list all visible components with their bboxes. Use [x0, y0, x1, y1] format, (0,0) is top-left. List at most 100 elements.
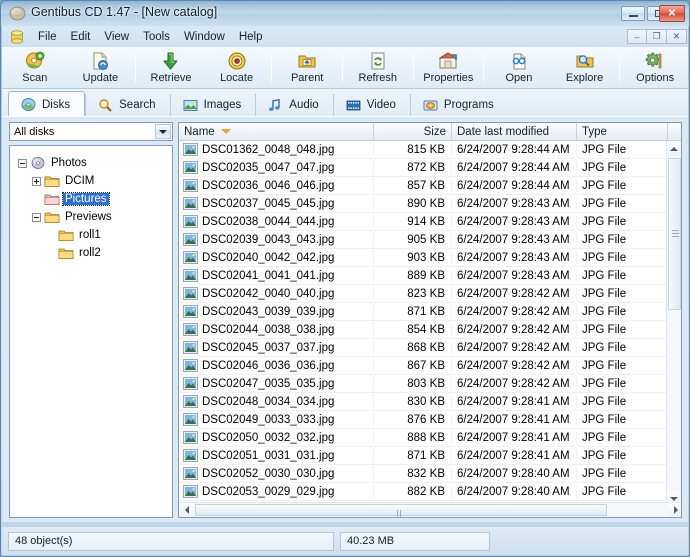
column-label: Type — [582, 125, 607, 138]
table-row[interactable]: DSC02038_0044_044.jpg 914 KB 6/24/2007 9:2… — [179, 213, 668, 231]
tab-audio[interactable]: Audio — [255, 94, 332, 116]
file-list-rows[interactable]: DSC01362_0048_048.jpg 815 KB 6/24/2007 9:2… — [179, 141, 668, 506]
scan-button[interactable]: Scan — [2, 48, 68, 88]
tab-images[interactable]: Images — [169, 94, 256, 116]
table-row[interactable]: DSC02048_0034_034.jpg 830 KB 6/24/2007 9:2… — [179, 393, 668, 411]
disk-filter-combobox[interactable]: All disks — [9, 122, 173, 141]
mdi-restore-button[interactable]: ❐ — [647, 29, 667, 44]
menu-edit[interactable]: Edit — [64, 29, 98, 45]
table-row[interactable]: DSC02043_0039_039.jpg 871 KB 6/24/2007 9:2… — [179, 303, 668, 321]
table-row[interactable]: DSC02049_0033_033.jpg 876 KB 6/24/2007 9:2… — [179, 411, 668, 429]
window-minimize-button[interactable] — [621, 6, 645, 21]
column-header-size[interactable]: Size — [374, 123, 452, 140]
menu-file[interactable]: File — [31, 29, 64, 45]
table-row[interactable]: DSC02051_0031_031.jpg 871 KB 6/24/2007 9:2… — [179, 447, 668, 465]
table-row[interactable]: DSC02047_0035_035.jpg 803 KB 6/24/2007 9:2… — [179, 375, 668, 393]
parent-button[interactable]: Parent — [274, 48, 340, 88]
menu-tools[interactable]: Tools — [136, 29, 177, 45]
cell-name: DSC02050_0032_032.jpg — [179, 431, 374, 444]
jpg-thumbnail-icon — [183, 359, 198, 372]
table-row[interactable]: DSC02036_0046_046.jpg 857 KB 6/24/2007 9:2… — [179, 177, 668, 195]
folder-icon — [58, 230, 74, 241]
cell-date: 6/24/2007 9:28:40 AM — [452, 485, 577, 498]
window-close-button[interactable]: ✕ — [659, 5, 685, 22]
mdi-close-button[interactable]: ✕ — [667, 29, 687, 44]
cell-date: 6/24/2007 9:28:43 AM — [452, 197, 577, 210]
jpg-thumbnail-icon — [183, 269, 198, 282]
locate-button[interactable]: Locate — [204, 48, 270, 88]
jpg-thumbnail-icon — [183, 395, 198, 408]
toolbar-separator — [271, 53, 273, 82]
explore-button[interactable]: Explore — [552, 48, 618, 88]
retrieve-button[interactable]: Retrieve — [138, 48, 204, 88]
table-row[interactable]: DSC02046_0036_036.jpg 867 KB 6/24/2007 9:2… — [179, 357, 668, 375]
table-row[interactable]: DSC02042_0040_040.jpg 823 KB 6/24/2007 9:2… — [179, 285, 668, 303]
table-row[interactable]: DSC01362_0048_048.jpg 815 KB 6/24/2007 9:2… — [179, 141, 668, 159]
collapse-toggle-icon[interactable] — [18, 158, 27, 168]
tree-node-previews[interactable]: Previews — [10, 208, 172, 226]
cell-name: DSC02042_0040_040.jpg — [179, 287, 374, 300]
jpg-thumbnail-icon — [183, 287, 198, 300]
tree-node-dcim[interactable]: DCIM — [10, 172, 172, 190]
cell-name: DSC02043_0039_039.jpg — [179, 305, 374, 318]
tree-node-roll1[interactable]: roll1 — [10, 226, 172, 244]
table-row[interactable]: DSC02053_0029_029.jpg 882 KB 6/24/2007 9:2… — [179, 483, 668, 501]
table-row[interactable]: DSC02050_0032_032.jpg 888 KB 6/24/2007 9:2… — [179, 429, 668, 447]
chevron-down-icon[interactable] — [155, 124, 171, 139]
properties-button[interactable]: Properties — [416, 48, 482, 88]
scrollbar-grip-icon — [397, 508, 405, 517]
table-row[interactable]: DSC02044_0038_038.jpg 854 KB 6/24/2007 9:2… — [179, 321, 668, 339]
cell-name: DSC02044_0038_038.jpg — [179, 323, 374, 336]
scroll-up-button[interactable] — [667, 141, 681, 156]
horizontal-scrollbar-thumb[interactable] — [195, 504, 607, 517]
cell-size: 914 KB — [374, 215, 452, 228]
tab-disks[interactable]: Disks — [8, 91, 86, 117]
toolbar-separator — [412, 53, 414, 82]
cell-type: JPG File — [582, 161, 627, 174]
table-row[interactable]: DSC02037_0045_045.jpg 890 KB 6/24/2007 9:2… — [179, 195, 668, 213]
toolbar-label: Retrieve — [150, 72, 192, 84]
collapse-toggle-icon[interactable] — [32, 212, 41, 222]
table-row[interactable]: DSC02035_0047_047.jpg 872 KB 6/24/2007 9:2… — [179, 159, 668, 177]
cell-type: JPG File — [582, 413, 627, 426]
cell-name: DSC02037_0045_045.jpg — [179, 197, 374, 210]
toolbar-label: Properties — [423, 72, 474, 84]
scroll-left-button[interactable] — [179, 503, 194, 517]
column-header-name[interactable]: Name — [179, 123, 374, 140]
column-header-date[interactable]: Date last modified — [452, 123, 577, 140]
tree-node-photos[interactable]: Photos — [10, 154, 172, 172]
tab-video[interactable]: Video — [332, 94, 410, 116]
menu-view[interactable]: View — [97, 29, 136, 45]
horizontal-scrollbar[interactable] — [179, 502, 681, 517]
table-row[interactable]: DSC02041_0041_041.jpg 889 KB 6/24/2007 9:2… — [179, 267, 668, 285]
tab-label: Programs — [443, 99, 494, 111]
cell-date: 6/24/2007 9:28:44 AM — [452, 161, 577, 174]
open-button[interactable]: Open — [486, 48, 552, 88]
tab-search[interactable]: Search — [85, 94, 169, 116]
file-name: DSC02038_0044_044.jpg — [202, 215, 335, 228]
vertical-scrollbar[interactable] — [666, 141, 681, 506]
table-row[interactable]: DSC02045_0037_037.jpg 868 KB 6/24/2007 9:2… — [179, 339, 668, 357]
table-row[interactable]: DSC02040_0042_042.jpg 903 KB 6/24/2007 9:2… — [179, 249, 668, 267]
update-button[interactable]: Update — [68, 48, 134, 88]
folder-tree[interactable]: Photos DCIM Pictures Previews roll1 roll… — [9, 145, 173, 518]
scroll-right-button[interactable] — [668, 503, 681, 517]
options-button[interactable]: Options — [622, 48, 688, 88]
mdi-minimize-button[interactable]: – — [627, 29, 647, 44]
table-row[interactable]: DSC02039_0043_043.jpg 905 KB 6/24/2007 9:2… — [179, 231, 668, 249]
menu-help[interactable]: Help — [232, 29, 270, 45]
expand-toggle-icon[interactable] — [32, 176, 41, 186]
tree-node-roll2[interactable]: roll2 — [10, 244, 172, 262]
tab-programs[interactable]: Programs — [409, 94, 508, 116]
folder-red-icon — [44, 194, 60, 205]
cell-name: DSC02039_0043_043.jpg — [179, 233, 374, 246]
vertical-scrollbar-thumb[interactable] — [668, 158, 681, 310]
table-row[interactable]: DSC02052_0030_030.jpg 832 KB 6/24/2007 9:2… — [179, 465, 668, 483]
column-label: Name — [184, 125, 215, 138]
tree-node-pictures[interactable]: Pictures — [10, 190, 172, 208]
cell-date: 6/24/2007 9:28:40 AM — [452, 467, 577, 480]
client-area: All disks Photos DCIM Pictures Previews … — [2, 116, 688, 522]
menu-window[interactable]: Window — [177, 29, 232, 45]
refresh-button[interactable]: Refresh — [345, 48, 411, 88]
column-header-type[interactable]: Type — [577, 123, 668, 140]
